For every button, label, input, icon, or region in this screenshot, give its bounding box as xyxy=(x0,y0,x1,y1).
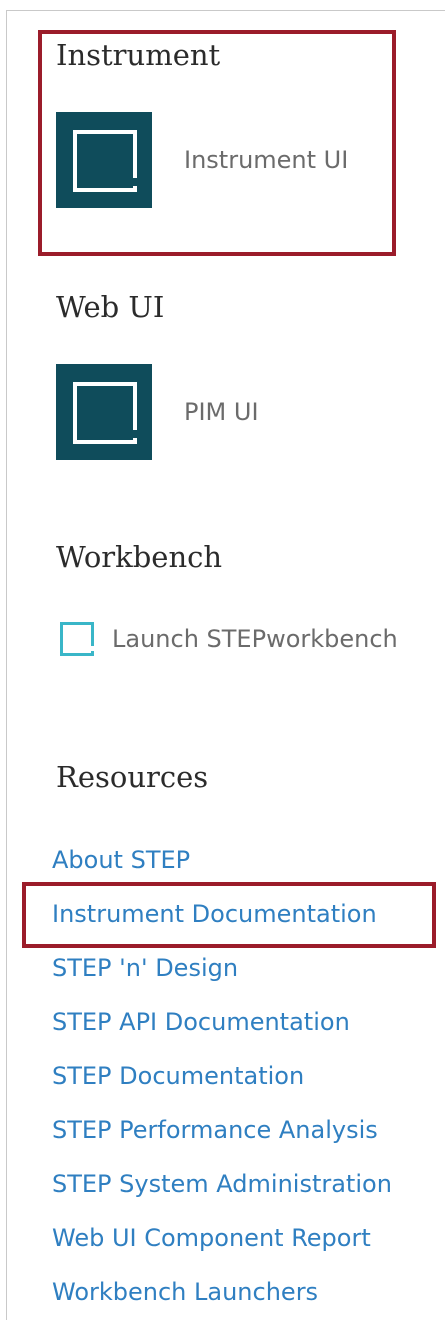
instrument-section-title: Instrument xyxy=(56,38,221,72)
resource-link-step-documentation[interactable]: STEP Documentation xyxy=(52,1062,304,1090)
instrument-ui-label: Instrument UI xyxy=(184,146,349,174)
resource-link-about-step[interactable]: About STEP xyxy=(52,846,190,874)
resource-link-step-api-documentation[interactable]: STEP API Documentation xyxy=(52,1008,350,1036)
launch-stepworkbench-label: Launch STEPworkbench xyxy=(112,625,398,653)
resource-link-step-system-administration[interactable]: STEP System Administration xyxy=(52,1170,392,1198)
resource-link-web-ui-component-report[interactable]: Web UI Component Report xyxy=(52,1224,371,1252)
resource-link-step-performance-analysis[interactable]: STEP Performance Analysis xyxy=(52,1116,378,1144)
pim-ui-tile-icon xyxy=(56,364,152,460)
resources-section-title: Resources xyxy=(56,760,209,794)
resource-link-instrument-documentation[interactable]: Instrument Documentation xyxy=(52,900,377,928)
workbench-window-icon xyxy=(60,622,94,656)
web-ui-section-title: Web UI xyxy=(56,290,165,324)
pim-ui-label: PIM UI xyxy=(184,398,259,426)
launch-stepworkbench-link[interactable]: Launch STEPworkbench xyxy=(60,622,398,656)
resource-link-step-n-design[interactable]: STEP 'n' Design xyxy=(52,954,238,982)
workbench-section-title: Workbench xyxy=(56,540,223,574)
instrument-ui-launcher[interactable]: Instrument UI xyxy=(56,112,348,208)
instrument-ui-tile-icon xyxy=(56,112,152,208)
pim-ui-launcher[interactable]: PIM UI xyxy=(56,364,259,460)
resource-link-workbench-launchers[interactable]: Workbench Launchers xyxy=(52,1278,318,1306)
